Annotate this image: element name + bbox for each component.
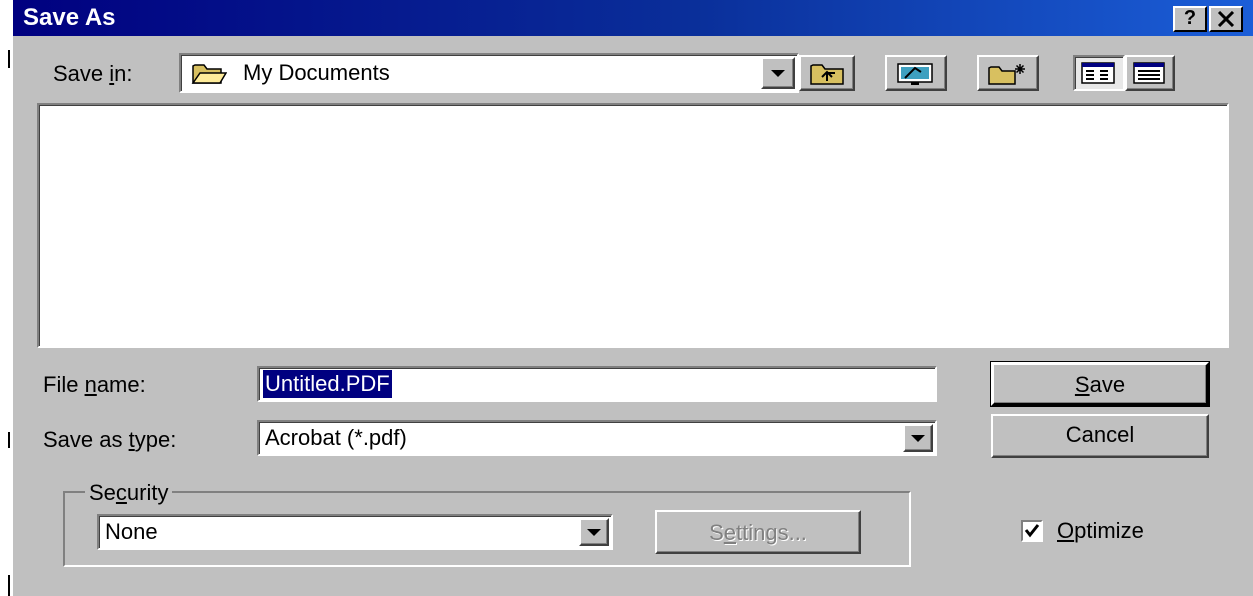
- save-button[interactable]: Save: [990, 361, 1210, 407]
- file-list[interactable]: [37, 103, 1229, 348]
- list-view-icon: [1081, 62, 1115, 84]
- file-name-input[interactable]: Untitled.PDF: [257, 366, 937, 402]
- settings-button[interactable]: Settings...: [655, 510, 861, 554]
- up-one-level-button[interactable]: [799, 55, 855, 91]
- file-name-label: File name:: [43, 372, 146, 397]
- save-in-value: My Documents: [243, 60, 390, 85]
- close-icon: [1217, 10, 1235, 28]
- security-dropdown-button[interactable]: [579, 518, 609, 546]
- details-view-button[interactable]: [1125, 55, 1175, 91]
- create-new-folder-button[interactable]: [977, 55, 1039, 91]
- folder-open-icon: [191, 64, 227, 84]
- list-view-button[interactable]: [1073, 55, 1125, 91]
- title-bar[interactable]: Save As ?: [13, 0, 1253, 36]
- help-button[interactable]: ?: [1173, 6, 1207, 32]
- save-as-type-value: Acrobat (*.pdf): [265, 425, 407, 450]
- save-as-type-combo[interactable]: Acrobat (*.pdf): [257, 420, 937, 456]
- cancel-button[interactable]: Cancel: [991, 414, 1209, 458]
- details-view-icon: [1133, 62, 1165, 84]
- save-in-label: Save in:: [53, 61, 133, 86]
- left-edge: [0, 0, 13, 596]
- desktop-icon: [897, 63, 933, 85]
- security-value: None: [105, 519, 158, 544]
- desktop-button[interactable]: [885, 55, 947, 91]
- new-folder-icon: [988, 64, 1025, 85]
- optimize-label: Optimize: [1057, 518, 1144, 543]
- save-as-type-dropdown-button[interactable]: [903, 424, 933, 452]
- save-in-combo[interactable]: My Documents: [179, 53, 799, 93]
- file-name-value: Untitled.PDF: [263, 370, 392, 398]
- up-folder-icon: [810, 64, 844, 85]
- save-as-type-label: Save as type:: [43, 427, 177, 452]
- dialog-title: Save As: [23, 4, 116, 31]
- optimize-checkbox[interactable]: [1021, 520, 1043, 542]
- checkmark-icon: [1024, 524, 1040, 538]
- security-legend: Security: [85, 480, 173, 506]
- save-in-dropdown-button[interactable]: [761, 57, 795, 89]
- save-as-dialog: Save As ? Save in: My Documents File nam…: [13, 0, 1253, 596]
- security-combo[interactable]: None: [97, 514, 613, 550]
- close-button[interactable]: [1209, 6, 1243, 32]
